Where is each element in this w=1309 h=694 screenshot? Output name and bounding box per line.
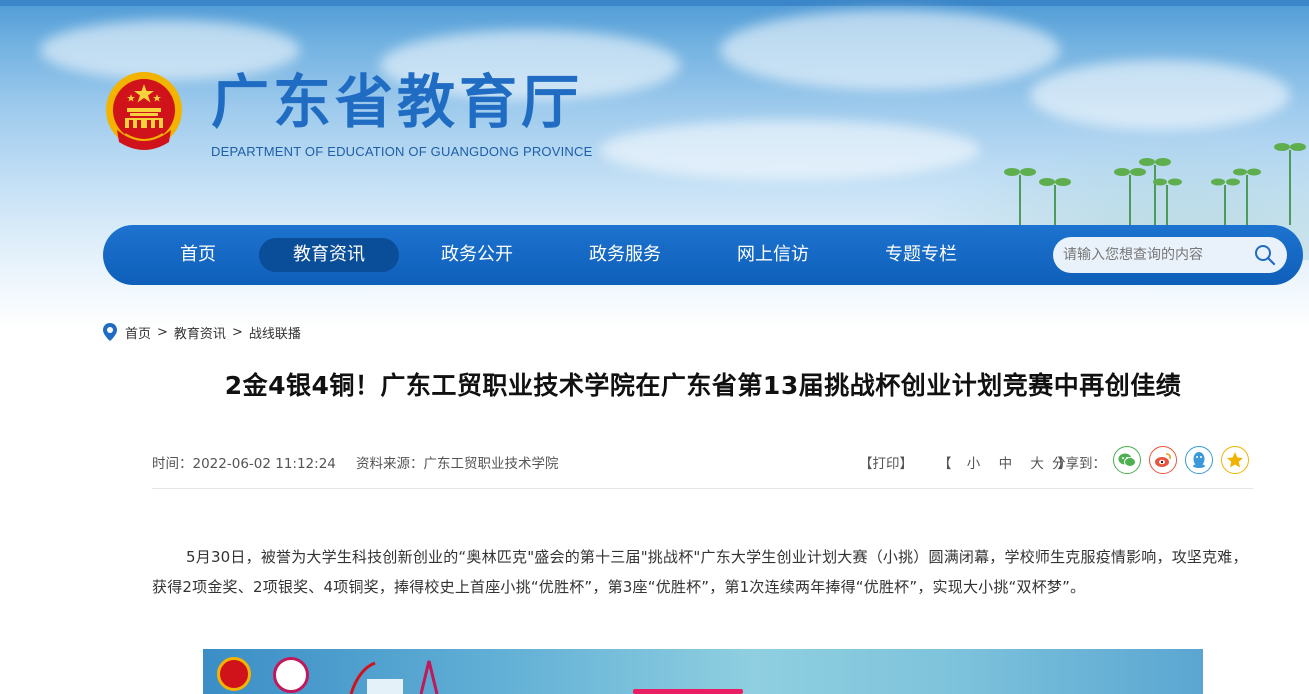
- challenge-cup-logo: [419, 660, 439, 694]
- font-size-medium-button[interactable]: 中: [999, 456, 1013, 472]
- breadcrumb-home[interactable]: 首页: [125, 323, 151, 342]
- article-source: 资料来源：广东工贸职业技术学院: [356, 456, 559, 472]
- article-image: [203, 649, 1203, 694]
- qq-icon[interactable]: [1185, 446, 1213, 474]
- wechat-icon[interactable]: [1113, 446, 1141, 474]
- nav-item-government-services[interactable]: 政务服务: [567, 238, 683, 272]
- breadcrumb-separator: >: [231, 324, 243, 340]
- font-size-large-button[interactable]: 大: [1030, 456, 1044, 472]
- nav-item-home[interactable]: 首页: [149, 238, 247, 272]
- top-strip: [0, 0, 1309, 6]
- article-paragraph: 5月30日，被誉为大学生科技创新创业的“奥林匹克"盛会的第十三届"挑战杯"广东大…: [152, 548, 1248, 596]
- breadcrumb-separator: >: [157, 324, 168, 340]
- nav-item-government-affairs[interactable]: 政务公开: [419, 238, 535, 272]
- breadcrumb-education-news[interactable]: 教育资讯: [174, 323, 226, 342]
- nav-item-online-petition[interactable]: 网上信访: [715, 238, 831, 272]
- print-button[interactable]: 【打印】: [859, 452, 913, 472]
- font-size-bracket-open: 【: [938, 456, 952, 472]
- beacon-project-logo: [349, 661, 403, 694]
- font-size-controls: 【 小 中 大 】: [938, 452, 1071, 472]
- article-meta: 时间：2022-06-02 11:12:24 资料来源：广东工贸职业技术学院 【…: [152, 446, 1253, 474]
- nav-item-special-topics[interactable]: 专题专栏: [863, 238, 979, 272]
- search-box: [1053, 237, 1287, 273]
- font-size-small-button[interactable]: 小: [967, 456, 981, 472]
- youth-league-logo: [217, 657, 251, 691]
- national-emblem-logo: [106, 72, 182, 150]
- sprouts-decoration: [1004, 143, 1306, 225]
- weibo-icon[interactable]: [1149, 446, 1177, 474]
- share-label: 分享到：: [1052, 456, 1106, 472]
- article-title: 2金4银4铜！广东工贸职业技术学院在广东省第13届挑战杯创业计划竞赛中再创佳绩: [224, 371, 1182, 400]
- location-pin-icon: [103, 323, 117, 341]
- nav-item-education-news[interactable]: 教育资讯: [259, 238, 399, 272]
- breadcrumb-frontline[interactable]: 战线联播: [249, 323, 301, 342]
- search-input[interactable]: [1063, 237, 1253, 273]
- site-subtitle: DEPARTMENT OF EDUCATION OF GUANGDONG PRO…: [211, 144, 593, 159]
- college-logo: [273, 657, 309, 693]
- main-navbar: 首页 教育资讯 政务公开 政务服务 网上信访 专题专栏: [103, 225, 1303, 285]
- meta-divider: [152, 488, 1253, 489]
- search-icon[interactable]: [1253, 243, 1277, 267]
- site-title: 广东省教育厅: [211, 68, 584, 136]
- publish-time: 时间：2022-06-02 11:12:24: [152, 456, 336, 472]
- breadcrumb: 首页 > 教育资讯 > 战线联播: [103, 323, 301, 342]
- banner-text-fragment: [633, 689, 743, 694]
- qzone-icon[interactable]: [1221, 446, 1249, 474]
